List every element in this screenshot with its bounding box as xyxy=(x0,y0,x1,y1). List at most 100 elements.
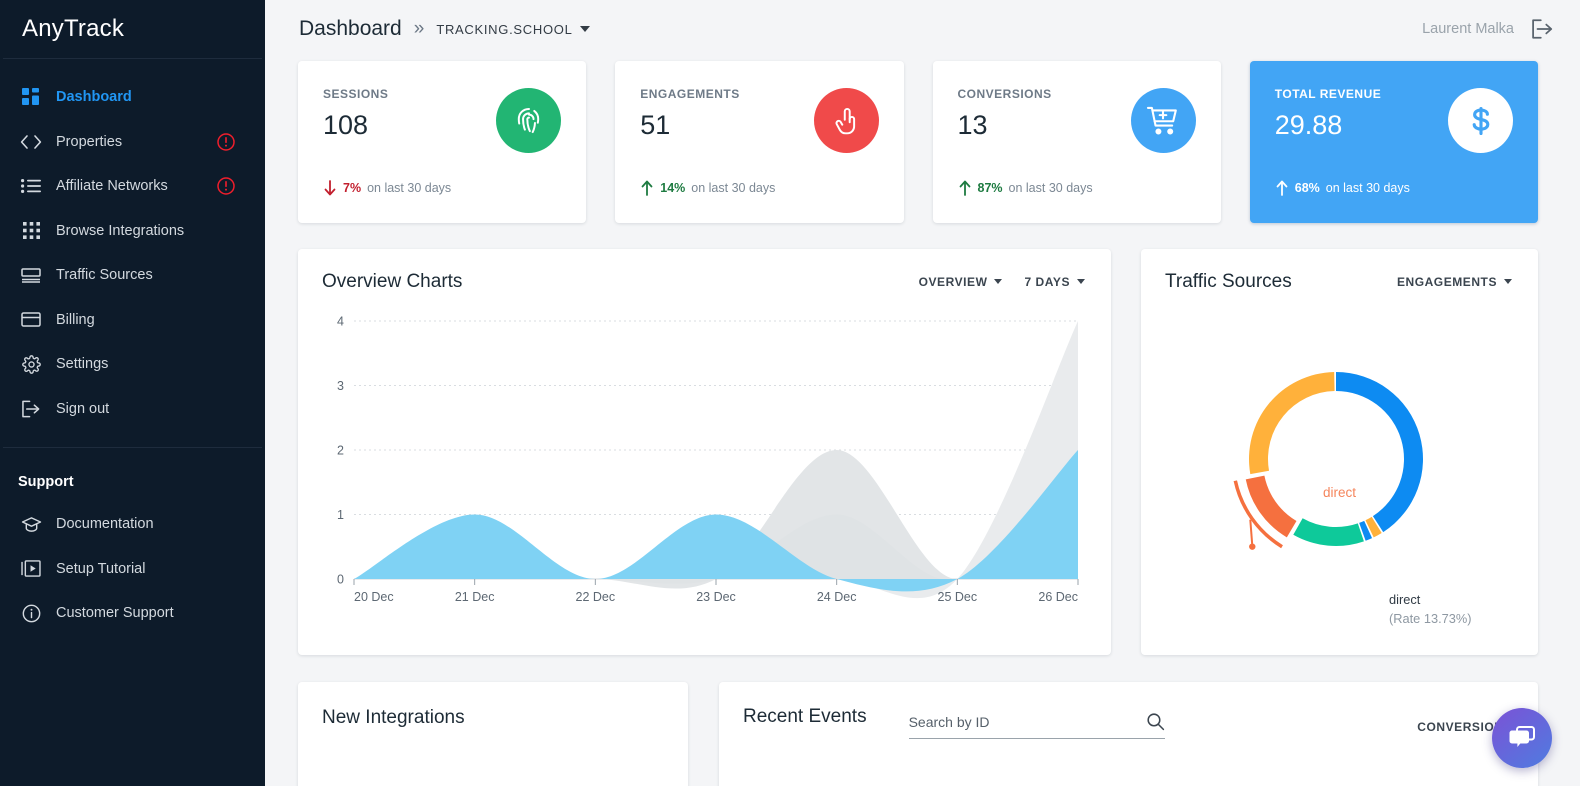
tap-icon xyxy=(813,88,879,153)
brand[interactable]: AnyTrack xyxy=(0,0,265,58)
overview-area-chart[interactable]: 0 1 2 3 4 20 Dec 21 Dec 22 Dec 23 Dec 24 Dec 25 De… xyxy=(298,293,1111,634)
info-circle-icon xyxy=(18,602,44,624)
sidebar-item-label: Customer Support xyxy=(56,605,174,622)
sidebar-item-settings[interactable]: Settings xyxy=(0,342,265,387)
sign-out-icon[interactable] xyxy=(1532,19,1554,39)
kpi-card-engagements[interactable]: ENGAGEMENTS 51 14% on last 30 days xyxy=(615,61,904,223)
recent-events-title: Recent Events xyxy=(743,706,867,727)
svg-text:3: 3 xyxy=(337,379,344,393)
sidebar-item-label: Documentation xyxy=(56,516,154,533)
kpi-trend: 87% on last 30 days xyxy=(958,180,1093,196)
sidebar-item-billing[interactable]: Billing xyxy=(0,298,265,343)
kpi-subtext: on last 30 days xyxy=(691,181,776,195)
chat-bubble-icon xyxy=(1507,724,1537,752)
chevron-down-icon xyxy=(1077,279,1085,284)
sidebar-item-documentation[interactable]: Documentation xyxy=(0,502,265,547)
sidebar-item-traffic-sources[interactable]: Traffic Sources xyxy=(0,253,265,298)
traffic-panel-header: Traffic Sources ENGAGEMENTS xyxy=(1141,249,1538,293)
donut-chart-svg xyxy=(1233,372,1423,550)
sidebar-item-setup-tutorial[interactable]: Setup Tutorial xyxy=(0,547,265,592)
sidebar-item-properties[interactable]: Properties xyxy=(0,120,265,165)
area-chart-svg: 0 1 2 3 4 20 Dec 21 Dec 22 Dec 23 Dec 24 Dec 25 De… xyxy=(337,315,1079,604)
bottom-row: New Integrations Recent Events CONVERSIO… xyxy=(265,655,1580,786)
sidebar-item-label: Settings xyxy=(56,356,109,373)
sidebar-item-label: Sign out xyxy=(56,400,110,417)
traffic-metric-label: ENGAGEMENTS xyxy=(1396,275,1497,289)
kpi-percent: 87% xyxy=(977,181,1003,195)
kpi-percent: 7% xyxy=(343,181,362,195)
user-name: Laurent Malka xyxy=(1422,21,1514,37)
kpi-card-sessions[interactable]: SESSIONS 108 7% on last 30 days xyxy=(298,61,587,223)
sidebar-item-customer-support[interactable]: Customer Support xyxy=(0,591,265,636)
chevron-down-icon xyxy=(1504,279,1512,284)
kpi-trend: 14% on last 30 days xyxy=(640,180,775,196)
charts-row: Overview Charts OVERVIEW 7 DAYS 0 1 2 3 4 20 … xyxy=(265,223,1580,655)
sidebar-item-label: Affiliate Networks xyxy=(56,178,168,195)
graduation-cap-icon xyxy=(18,513,44,535)
donut-callout-rate: (Rate 13.73%) xyxy=(1389,610,1472,626)
arrow-up-icon xyxy=(641,180,653,196)
sidebar-item-label: Properties xyxy=(56,133,123,150)
credit-card-icon xyxy=(18,309,44,331)
sidebar-item-browse-integrations[interactable]: Browse Integrations xyxy=(0,209,265,254)
arrow-up-icon xyxy=(1276,180,1288,196)
sidebar-item-affiliate-networks[interactable]: Affiliate Networks xyxy=(0,164,265,209)
svg-text:0: 0 xyxy=(337,573,344,587)
arrow-up-icon xyxy=(959,180,970,196)
chevron-down-icon xyxy=(579,25,590,32)
new-integrations-title: New Integrations xyxy=(322,707,465,728)
sign-out-icon xyxy=(18,398,44,420)
topbar-right: Laurent Malka xyxy=(1422,19,1554,39)
main-content: Dashboard » TRACKING.SCHOOL Laurent Malk… xyxy=(265,0,1580,786)
kpi-card-conversions[interactable]: CONVERSIONS 13 87% on last 30 days xyxy=(932,61,1221,223)
svg-text:4: 4 xyxy=(337,315,344,329)
kpi-percent: 68% xyxy=(1294,181,1320,195)
traffic-panel-actions: ENGAGEMENTS xyxy=(1397,275,1512,289)
kpi-row: SESSIONS 108 7% on last 30 days ENGAGEME… xyxy=(265,58,1580,223)
alert-icon[interactable] xyxy=(217,133,235,151)
overview-metric-dropdown[interactable]: OVERVIEW xyxy=(919,275,1003,289)
svg-text:25 Dec: 25 Dec xyxy=(938,590,978,604)
sidebar-item-label: Billing xyxy=(56,311,95,328)
chat-launcher-button[interactable] xyxy=(1492,708,1552,768)
breadcrumb-separator: » xyxy=(413,18,425,39)
sidebar-item-label: Dashboard xyxy=(56,89,132,106)
app-root: AnyTrack Dashboard Properties Affiliate … xyxy=(0,0,1580,786)
overview-range-label: 7 DAYS xyxy=(1024,275,1070,289)
sidebar-item-sign-out[interactable]: Sign out xyxy=(0,387,265,432)
kpi-subtext: on last 30 days xyxy=(1008,181,1093,195)
cart-plus-icon xyxy=(1130,88,1196,153)
svg-text:2: 2 xyxy=(337,444,344,458)
kpi-trend: 68% on last 30 days xyxy=(1275,180,1410,196)
chevron-down-icon xyxy=(994,279,1003,284)
overview-range-dropdown[interactable]: 7 DAYS xyxy=(1024,275,1085,289)
sidebar: AnyTrack Dashboard Properties Affiliate … xyxy=(0,0,265,786)
donut-callout-name: direct xyxy=(1389,592,1421,607)
donut-center-label: direct xyxy=(1322,485,1356,500)
brand-name: AnyTrack xyxy=(22,15,125,42)
svg-text:21 Dec: 21 Dec xyxy=(455,590,495,604)
sidebar-support-title: Support xyxy=(18,474,74,490)
recent-events-panel: Recent Events CONVERSIONS xyxy=(719,682,1538,786)
kpi-trend: 7% on last 30 days xyxy=(323,180,451,196)
svg-text:26 Dec: 26 Dec xyxy=(1038,590,1078,604)
overview-panel-title: Overview Charts xyxy=(322,271,463,292)
sidebar-item-dashboard[interactable]: Dashboard xyxy=(0,75,265,120)
traffic-donut-chart[interactable]: direct direct (Rate 13.73%) xyxy=(1141,293,1538,626)
property-selector[interactable]: TRACKING.SCHOOL xyxy=(436,22,590,37)
overview-panel-actions: OVERVIEW 7 DAYS xyxy=(919,275,1085,289)
apps-icon xyxy=(18,220,44,242)
kpi-subtext: on last 30 days xyxy=(1325,181,1410,195)
traffic-metric-dropdown[interactable]: ENGAGEMENTS xyxy=(1397,275,1512,289)
alert-icon[interactable] xyxy=(217,177,235,195)
search-icon[interactable] xyxy=(1146,712,1165,731)
svg-text:1: 1 xyxy=(337,508,344,522)
dollar-icon xyxy=(1448,88,1513,153)
fingerprint-icon xyxy=(496,88,562,153)
kpi-card-total-revenue[interactable]: TOTAL REVENUE 29.88 68% on last 30 days xyxy=(1249,61,1538,223)
search-input[interactable] xyxy=(908,713,1146,730)
sidebar-support-section: Support Documentation Setup Tutorial Cus… xyxy=(0,448,265,636)
page-title: Dashboard xyxy=(299,17,402,40)
overview-metric-label: OVERVIEW xyxy=(918,275,988,289)
sidebar-item-label: Setup Tutorial xyxy=(56,560,146,577)
